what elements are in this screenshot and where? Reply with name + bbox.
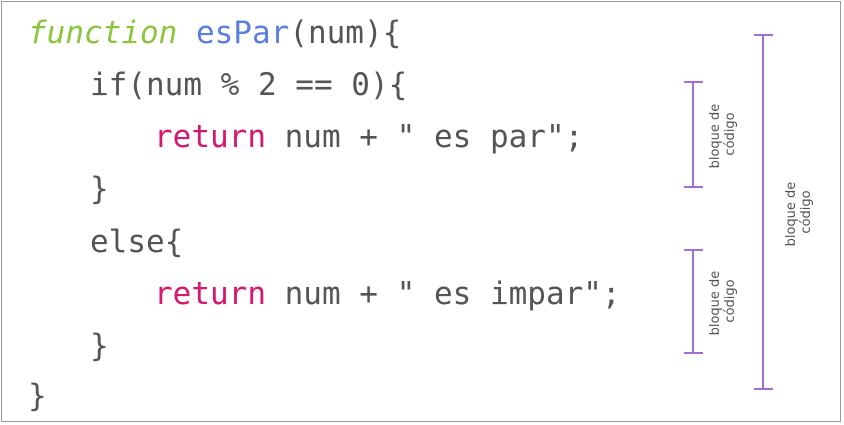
- function-block-bracket: [754, 34, 773, 390]
- if-block-label: bloque de código: [708, 100, 738, 169]
- else-block-label-line1: bloque de: [708, 271, 723, 336]
- else-block-label: bloque de código: [708, 267, 738, 336]
- block-annotations: bloque de código bloque de código bloque…: [684, 34, 814, 390]
- if-block-label-line1: bloque de: [708, 104, 723, 169]
- function-block-label: bloque de código: [784, 178, 814, 247]
- if-block-bracket: [684, 81, 703, 188]
- if-block-label-line2: código: [723, 112, 738, 155]
- else-block-bracket: [684, 249, 703, 354]
- function-block-label-line2: código: [799, 190, 814, 233]
- function-block-label-line1: bloque de: [784, 182, 799, 247]
- else-block-label-line2: código: [723, 279, 738, 322]
